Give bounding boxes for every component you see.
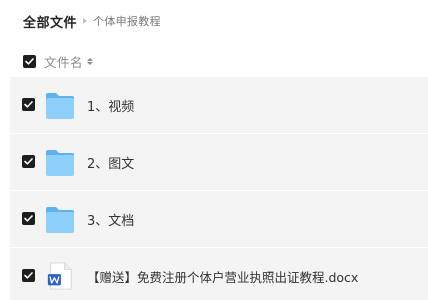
file-name[interactable]: 1、视频 — [87, 96, 134, 115]
checkmark-icon — [24, 158, 33, 165]
chevron-right-icon — [83, 18, 88, 24]
row-checkbox[interactable] — [22, 98, 35, 111]
file-name[interactable]: 3、文档 — [87, 210, 134, 229]
file-row[interactable]: 3、文档 — [10, 191, 428, 247]
file-name[interactable]: 2、图文 — [87, 153, 134, 172]
checkmark-icon — [24, 272, 33, 279]
column-header: 文件名 — [23, 52, 94, 71]
file-row[interactable]: 【赠送】免费注册个体户营业执照出证教程.docx — [10, 248, 428, 300]
folder-icon — [46, 207, 74, 233]
row-checkbox[interactable] — [22, 212, 35, 225]
file-name[interactable]: 【赠送】免费注册个体户营业执照出证教程.docx — [87, 267, 358, 286]
sort-icon[interactable] — [87, 57, 94, 65]
checkmark-icon — [24, 215, 33, 222]
row-checkbox[interactable] — [22, 155, 35, 168]
file-list: 1、视频 2、图文 3、文档 【赠送】免费注册个体户营业执照出证教程.docx — [10, 77, 428, 300]
word-doc-icon — [47, 262, 72, 290]
file-browser: 全部文件 个体申报教程 文件名 1、视频 2、图文 3、文档 【赠送】免费注册个… — [0, 0, 428, 300]
file-row[interactable]: 1、视频 — [10, 77, 428, 133]
folder-icon — [46, 93, 74, 119]
breadcrumb-root-link[interactable]: 全部文件 — [23, 12, 77, 31]
row-checkbox[interactable] — [22, 269, 35, 282]
folder-icon — [46, 150, 74, 176]
file-row[interactable]: 2、图文 — [10, 134, 428, 190]
checkmark-icon — [25, 57, 34, 65]
filename-column-label[interactable]: 文件名 — [44, 52, 83, 71]
breadcrumb: 全部文件 个体申报教程 — [23, 11, 161, 31]
breadcrumb-current: 个体申报教程 — [93, 15, 161, 28]
select-all-checkbox[interactable] — [23, 54, 36, 68]
checkmark-icon — [24, 101, 33, 108]
